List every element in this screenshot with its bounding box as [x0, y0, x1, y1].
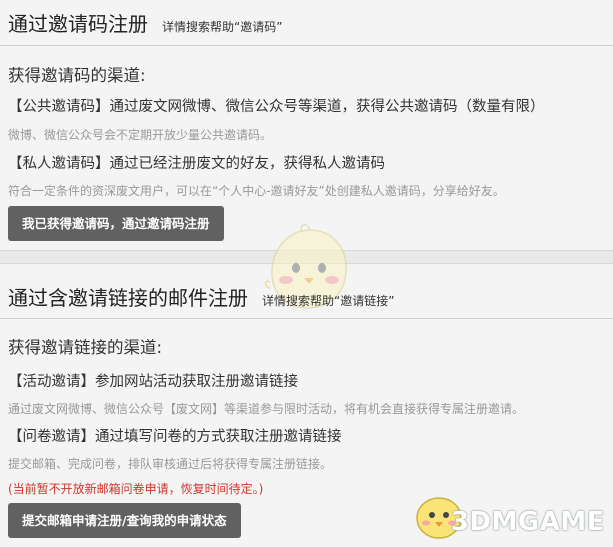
header-divider: [0, 45, 613, 46]
private-code-item: 【私人邀请码】通过已经注册废文的好友，获得私人邀请码: [8, 156, 385, 172]
public-code-note: 微博、微信公众号会不定期开放少量公共邀请码。: [8, 128, 273, 142]
activity-invite-item: 【活动邀请】参加网站活动获取注册邀请链接: [8, 374, 298, 390]
invite-link-header: 通过含邀请链接的邮件注册 详情搜索帮助“邀请链接”: [8, 282, 394, 311]
invite-code-header: 通过邀请码注册 详情搜索帮助“邀请码”: [8, 8, 282, 37]
public-code-item: 【公共邀请码】通过废文网微博、微信公众号等渠道，获得公共邀请码（数量有限）: [8, 99, 545, 115]
invite-code-title: 通过邀请码注册: [8, 12, 148, 36]
survey-invite-note: 提交邮箱、完成问卷，排队审核通过后将获得专属注册链接。: [8, 457, 333, 471]
survey-invite-item: 【问卷邀请】通过填写问卷的方式获取注册邀请链接: [8, 429, 342, 445]
invite-code-hint: 详情搜索帮助“邀请码”: [162, 20, 283, 34]
invite-code-channels-title: 获得邀请码的渠道:: [8, 66, 146, 85]
invite-link-channels-title: 获得邀请链接的渠道:: [8, 338, 163, 357]
invite-link-hint: 详情搜索帮助“邀请链接”: [262, 294, 395, 308]
site-watermark: 3DMGAME: [450, 507, 605, 537]
submit-email-application-button[interactable]: 提交邮箱申请注册/查询我的申请状态: [8, 503, 241, 538]
register-with-code-button[interactable]: 我已获得邀请码，通过邀请码注册: [8, 206, 224, 241]
invite-link-section: 通过含邀请链接的邮件注册 详情搜索帮助“邀请链接” 获得邀请链接的渠道: 【活动…: [0, 268, 613, 547]
private-code-note: 符合一定条件的资深废文用户，可以在“个人中心-邀请好友”处创建私人邀请码，分享给…: [8, 184, 505, 198]
invite-link-title: 通过含邀请链接的邮件注册: [8, 286, 248, 310]
survey-closed-warning: (当前暂不开放新邮箱问卷申请，恢复时间待定。): [8, 482, 264, 496]
activity-invite-note: 通过废文网微博、微信公众号【废文网】等渠道参与限时活动，将有机会直接获得专属注册…: [8, 402, 525, 416]
header-divider: [0, 318, 613, 319]
invite-code-section: 通过邀请码注册 详情搜索帮助“邀请码” 获得邀请码的渠道: 【公共邀请码】通过废…: [0, 0, 613, 258]
